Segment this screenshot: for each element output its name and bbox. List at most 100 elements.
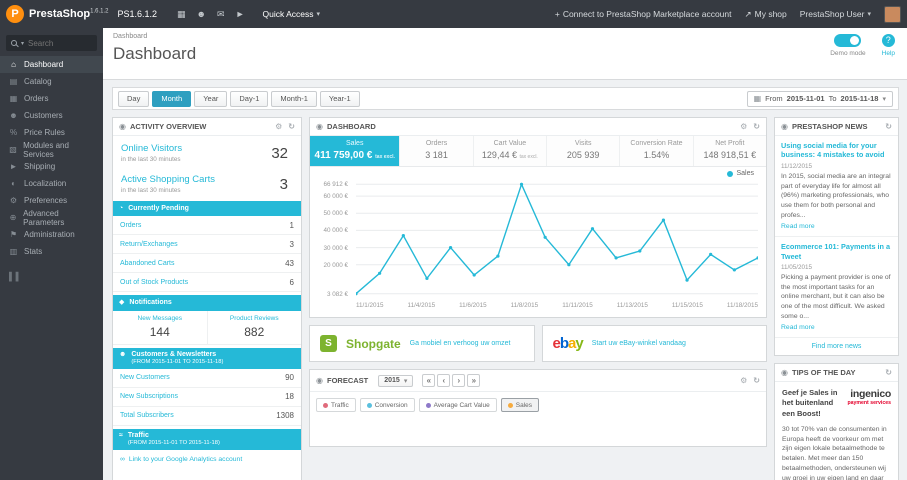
- forecast-chart-placeholder: [310, 418, 766, 446]
- forecast-panel-title: FORECAST: [326, 376, 369, 385]
- forecast-legend-traffic[interactable]: Traffic: [316, 398, 356, 412]
- help-control[interactable]: ? Help: [882, 34, 895, 57]
- online-visitors-link[interactable]: Online Visitors: [121, 143, 293, 154]
- news-article: Using social media for your business: 4 …: [775, 136, 898, 238]
- ebay-link[interactable]: Start uw eBay-winkel vandaag: [592, 339, 686, 348]
- sidebar-item-localization[interactable]: ◐ Localization: [0, 175, 103, 192]
- filter-month-1-button[interactable]: Month-1: [271, 90, 317, 107]
- ebay-letter: e: [552, 335, 561, 352]
- panel-settings-icon[interactable]: ⚙: [275, 122, 282, 131]
- sidebar-item-label: Catalog: [24, 77, 52, 86]
- sidebar-item-label: Orders: [24, 94, 49, 103]
- breadcrumb: Dashboard: [113, 33, 148, 40]
- customers-notification-icon[interactable]: ☻: [197, 9, 206, 20]
- search-scope-caret-icon[interactable]: ▾: [21, 40, 24, 47]
- forecast-next-button[interactable]: ›: [452, 374, 466, 387]
- forecast-legend-average-cart-value[interactable]: Average Cart Value: [418, 398, 497, 412]
- x-axis-labels: 11/1/2015 11/4/2015 11/6/2015 11/8/2015 11/1…: [356, 302, 758, 313]
- sidebar-item-orders[interactable]: ▦ Orders: [0, 90, 103, 107]
- ebay-logo: ebay: [552, 335, 584, 352]
- news-article-title[interactable]: Using social media for your business: 4 …: [781, 141, 892, 160]
- find-more-news-link[interactable]: Find more news: [775, 338, 898, 355]
- kpi-orders[interactable]: Orders 3 181: [400, 136, 474, 166]
- expertise-icon[interactable]: ►: [236, 9, 245, 20]
- forecast-legend-sales[interactable]: Sales: [500, 398, 539, 412]
- panel-refresh-icon[interactable]: ↻: [885, 368, 892, 377]
- kpi-visits[interactable]: Visits 205 939: [547, 136, 621, 166]
- product-reviews-label: Product Reviews: [229, 314, 279, 322]
- sidebar-item-administration[interactable]: ⚑ Administration: [0, 226, 103, 243]
- sidebar-item-price-rules[interactable]: % Price Rules: [0, 124, 103, 141]
- read-more-link[interactable]: Read more: [781, 324, 892, 331]
- sidebar-item-customers[interactable]: ☻ Customers: [0, 107, 103, 124]
- customers-icon: ☻: [9, 111, 18, 120]
- quick-access-menu[interactable]: Quick Access ▾: [263, 9, 321, 19]
- abandoned-carts-value: 43: [285, 258, 294, 268]
- sidebar-item-stats[interactable]: ▥ Stats: [0, 243, 103, 260]
- active-carts-link[interactable]: Active Shopping Carts: [121, 174, 293, 185]
- out-of-stock-value: 6: [289, 277, 294, 287]
- filter-year-button[interactable]: Year: [194, 90, 228, 107]
- kpi-cart-value[interactable]: Cart Value 129,44 € tax excl.: [474, 136, 548, 166]
- sidebar-item-modules[interactable]: ▧ Modules and Services: [0, 141, 103, 159]
- plus-icon: +: [554, 9, 560, 19]
- chevron-down-icon: ▾: [316, 11, 321, 18]
- filter-day-1-button[interactable]: Day-1: [230, 90, 269, 107]
- pending-returns-link[interactable]: Return/Exchanges: [120, 241, 178, 248]
- panel-refresh-icon[interactable]: ↻: [753, 122, 760, 131]
- sidebar-item-advanced-parameters[interactable]: ⊕ Advanced Parameters: [0, 209, 103, 227]
- forecast-last-button[interactable]: »: [467, 374, 481, 387]
- sales-chart-area: Sales 66 912 € 60 000 € 50 000 € 40 000 € 30…: [310, 167, 766, 317]
- messages-notification-icon[interactable]: ✉: [217, 9, 225, 20]
- marketplace-connect-link[interactable]: + Connect to PrestaShop Marketplace acco…: [555, 9, 732, 19]
- sidebar-item-catalog[interactable]: ▤ Catalog: [0, 73, 103, 90]
- filter-month-button[interactable]: Month: [152, 90, 192, 107]
- new-messages-cell[interactable]: New Messages 144: [113, 310, 208, 344]
- abandoned-carts-link[interactable]: Abandoned Carts: [120, 260, 174, 267]
- news-article-title[interactable]: Ecommerce 101: Payments in a Tweet: [781, 242, 892, 261]
- forecast-legend-conversion[interactable]: Conversion: [359, 398, 415, 412]
- sidebar-item-preferences[interactable]: ⚙ Preferences: [0, 192, 103, 209]
- brand-block[interactable]: P PrestaShop1.6.1.2 PS1.6.1.2: [0, 5, 163, 23]
- read-more-link[interactable]: Read more: [781, 223, 892, 230]
- my-shop-link[interactable]: ↗ My shop: [745, 9, 787, 20]
- online-visitors-value: 32: [271, 145, 288, 162]
- pending-orders-link[interactable]: Orders: [120, 222, 141, 229]
- active-carts-value: 3: [279, 176, 288, 193]
- out-of-stock-link[interactable]: Out of Stock Products: [120, 279, 188, 286]
- product-reviews-cell[interactable]: Product Reviews 882: [208, 311, 302, 344]
- date-range-picker[interactable]: ▦ From 2015-11-01 To 2015-11-18 ▾: [746, 90, 893, 107]
- filter-year-1-button[interactable]: Year-1: [319, 90, 360, 107]
- avatar[interactable]: [884, 5, 901, 23]
- search-input[interactable]: [28, 38, 87, 48]
- clock-icon: ◔: [119, 204, 124, 212]
- forecast-first-button[interactable]: «: [422, 374, 436, 387]
- panel-refresh-icon[interactable]: ↻: [885, 122, 892, 131]
- kpi-net-profit[interactable]: Net Profit 148 918,51 €: [694, 136, 766, 166]
- total-subscribers-link[interactable]: Total Subscribers: [120, 412, 174, 419]
- sidebar-item-dashboard[interactable]: ⌂ Dashboard: [0, 56, 103, 73]
- sidebar-item-shipping[interactable]: ► Shipping: [0, 158, 103, 175]
- panel-settings-icon[interactable]: ⚙: [740, 376, 747, 385]
- kpi-sales[interactable]: Sales 411 759,00 € tax excl.: [310, 136, 401, 166]
- orders-notification-icon[interactable]: ▦: [177, 9, 186, 20]
- forecast-year-select[interactable]: 2015 ▾: [378, 374, 414, 387]
- filter-day-button[interactable]: Day: [118, 90, 150, 107]
- prestashop-admin: P PrestaShop1.6.1.2 PS1.6.1.2 ▦ ☻ ✉ ► Qu…: [0, 0, 907, 480]
- panel-settings-icon[interactable]: ⚙: [740, 122, 747, 131]
- shopgate-link[interactable]: Ga mobiel en verhoog uw omzet: [410, 339, 511, 348]
- shipping-icon: ►: [9, 162, 18, 171]
- sidebar-collapse-control[interactable]: ▌▌: [0, 272, 103, 281]
- x-tick-label: 11/1/2015: [356, 302, 384, 309]
- new-customers-link[interactable]: New Customers: [120, 374, 170, 381]
- shopgate-logo-icon: S: [320, 335, 337, 352]
- demo-mode-toggle[interactable]: [834, 34, 862, 47]
- panel-refresh-icon[interactable]: ↻: [753, 376, 760, 385]
- new-subscriptions-link[interactable]: New Subscriptions: [120, 393, 178, 400]
- google-analytics-link[interactable]: ∞ Link to your Google Analytics account: [113, 450, 301, 469]
- panel-refresh-icon[interactable]: ↻: [288, 122, 295, 131]
- date-to-label: To: [828, 94, 837, 103]
- forecast-prev-button[interactable]: ‹: [437, 374, 451, 387]
- user-menu[interactable]: PrestaShop User ▾: [800, 9, 871, 19]
- kpi-conversion-rate[interactable]: Conversion Rate 1.54%: [620, 136, 694, 166]
